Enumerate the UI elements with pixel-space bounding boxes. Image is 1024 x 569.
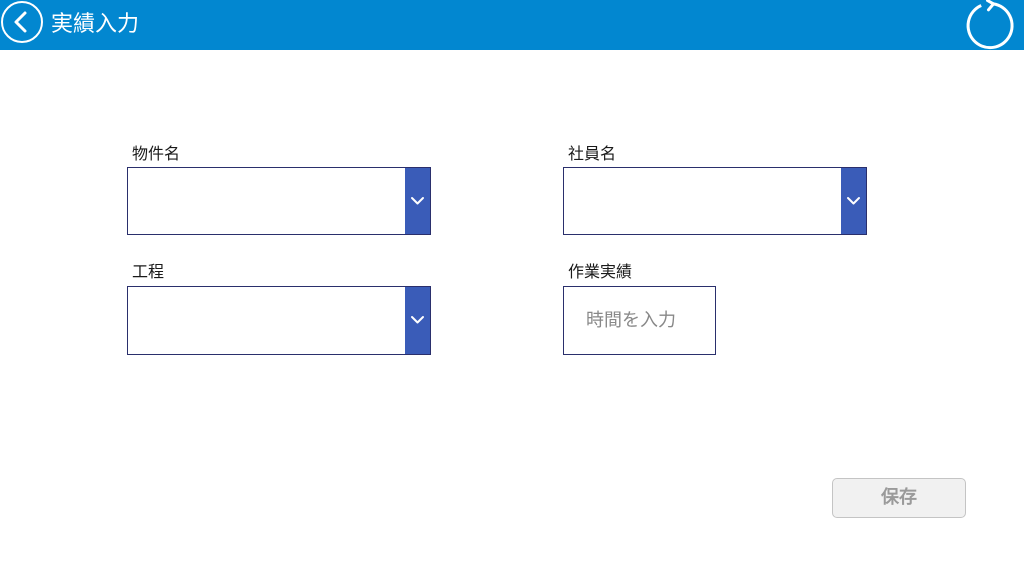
page-title: 実績入力 (51, 12, 140, 37)
employee-name-label: 社員名 (568, 144, 617, 163)
back-button[interactable] (1, 1, 43, 43)
work-record-label: 作業実績 (568, 262, 633, 281)
save-button[interactable]: 保存 (832, 478, 966, 518)
chevron-left-icon (14, 11, 27, 33)
refresh-icon (966, 0, 1014, 50)
process-label: 工程 (132, 262, 165, 281)
app-header: 実績入力 (0, 0, 1024, 50)
refresh-button[interactable] (964, 0, 1014, 50)
chevron-down-icon (847, 197, 860, 205)
property-name-label: 物件名 (132, 144, 181, 163)
property-name-dropdown[interactable] (127, 167, 431, 235)
property-name-dropdown-toggle[interactable] (405, 168, 430, 234)
work-hours-input[interactable] (563, 286, 716, 355)
process-dropdown[interactable] (127, 286, 431, 355)
employee-name-dropdown[interactable] (563, 167, 867, 235)
chevron-down-icon (411, 197, 424, 205)
chevron-down-icon (411, 316, 424, 324)
process-dropdown-toggle[interactable] (405, 287, 430, 354)
employee-name-dropdown-toggle[interactable] (841, 168, 866, 234)
